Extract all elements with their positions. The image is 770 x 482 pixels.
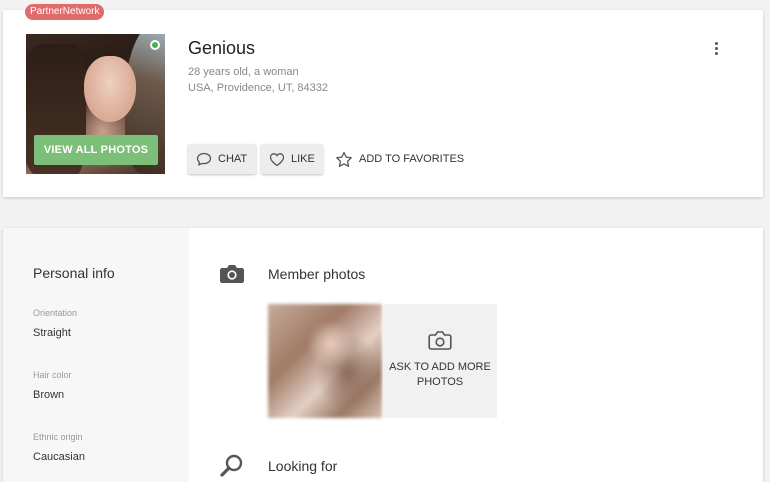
- view-all-photos-button[interactable]: VIEW ALL PHOTOS: [34, 135, 158, 165]
- profile-card: VIEW ALL PHOTOS Genious 28 years old, a …: [3, 10, 763, 197]
- profile-name: Genious: [188, 38, 256, 58]
- looking-for-title: Looking for: [268, 458, 338, 474]
- orientation-value: Straight: [33, 327, 71, 339]
- more-vertical-icon[interactable]: [709, 40, 723, 58]
- ethnic-origin-label: Ethnic origin: [33, 432, 83, 442]
- hair-color-label: Hair color: [33, 370, 72, 380]
- hair-color-value: Brown: [33, 389, 65, 401]
- chat-icon: [196, 152, 212, 166]
- ask-more-photos-button[interactable]: ASK TO ADD MORE PHOTOS: [383, 304, 497, 418]
- orientation-label: Orientation: [33, 308, 78, 318]
- profile-photo[interactable]: VIEW ALL PHOTOS: [26, 34, 165, 174]
- member-photo-thumbnail[interactable]: [268, 304, 382, 418]
- personal-info-title: Personal info: [33, 265, 115, 281]
- profile-age-gender: 28 years old, a woman: [188, 66, 299, 78]
- profile-details-card: Personal info Orientation Straight Hair …: [3, 228, 763, 482]
- like-button[interactable]: LIKE: [261, 144, 323, 174]
- online-status-indicator: [150, 40, 160, 50]
- like-button-label: LIKE: [291, 153, 315, 165]
- partner-network-badge: PartnerNetwork: [25, 4, 105, 20]
- heart-icon: [269, 152, 285, 166]
- ask-more-photos-label: ASK TO ADD MORE PHOTOS: [389, 361, 491, 388]
- star-icon: [336, 151, 352, 167]
- member-photos-title: Member photos: [268, 266, 366, 282]
- profile-location: USA, Providence, UT, 84332: [188, 82, 329, 94]
- personal-info-sidebar: Personal info Orientation Straight Hair …: [3, 228, 189, 482]
- chat-button-label: CHAT: [218, 153, 248, 165]
- camera-outline-icon: [428, 331, 452, 350]
- add-to-favorites-label: ADD TO FAVORITES: [359, 153, 465, 165]
- chat-button[interactable]: CHAT: [188, 144, 256, 174]
- search-icon: [220, 454, 243, 477]
- add-to-favorites-button[interactable]: ADD TO FAVORITES: [335, 144, 464, 174]
- camera-icon: [220, 265, 244, 283]
- ethnic-origin-value: Caucasian: [33, 451, 85, 463]
